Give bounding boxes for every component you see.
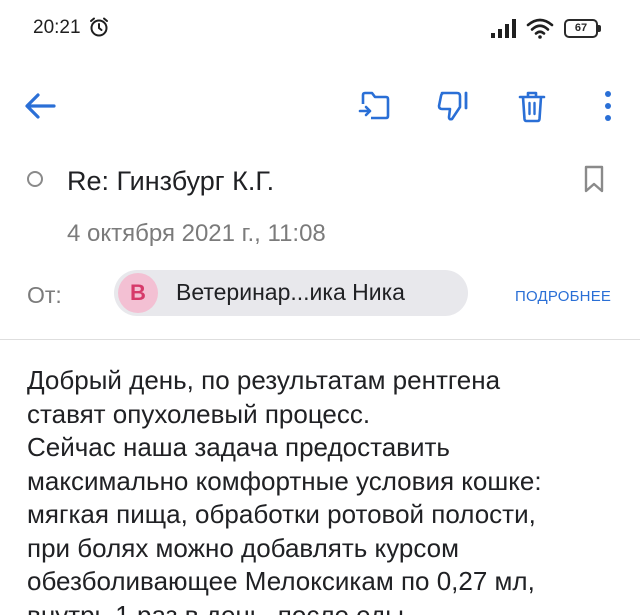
- body-line: внутрь 1 раз в день, после еды: [27, 599, 404, 615]
- arrow-left-icon: [25, 93, 56, 119]
- more-options-button[interactable]: [586, 84, 630, 128]
- thumbs-down-icon: [437, 91, 468, 121]
- battery-tip: [598, 25, 601, 32]
- cell-signal-icon: [491, 19, 516, 38]
- from-label: От:: [27, 282, 62, 308]
- avatar: В: [118, 273, 158, 313]
- body-line: Сейчас наша задача предоставить: [27, 432, 450, 462]
- message-date: 4 октября 2021 г., 11:08: [67, 220, 326, 247]
- header-divider: [0, 339, 640, 340]
- delete-button[interactable]: [510, 84, 554, 128]
- message-subject: Re: Гинзбург К.Г.: [67, 166, 275, 196]
- battery-icon: 67: [564, 19, 602, 38]
- battery-level: 67: [574, 22, 588, 34]
- body-line: Добрый день, по результатам рентгена: [27, 365, 501, 395]
- more-vertical-icon: [605, 91, 611, 121]
- message-body: Добрый день, по результатам рентгена ста…: [27, 364, 627, 615]
- body-line: ставят опухолевый процесс.: [27, 398, 371, 429]
- back-button[interactable]: [18, 84, 62, 128]
- body-line: при болях можно добавлять курсом: [27, 532, 460, 563]
- sender-name: Ветеринар...ика Ника: [176, 279, 405, 305]
- status-time: 20:21: [33, 17, 81, 38]
- body-line: максимально комфортные условия кошке:: [27, 465, 542, 496]
- sender-chip[interactable]: В Ветеринар...ика Ника: [114, 270, 468, 316]
- move-to-folder-button[interactable]: [353, 84, 397, 128]
- email-view-screen: 20:21 67 Re: Гинзбург К.Г. 4 октября 202…: [0, 0, 640, 615]
- status-bar: 20:21 67: [0, 0, 640, 58]
- wifi-icon: [526, 18, 554, 39]
- body-line: мягкая пища, обработки ротовой полости,: [27, 499, 536, 529]
- bookmark-icon[interactable]: [583, 164, 605, 194]
- body-line: обезболивающее Мелоксикам по 0,27 мл,: [27, 566, 535, 596]
- move-to-folder-icon: [358, 91, 390, 120]
- alarm-clock-icon: [90, 17, 108, 37]
- unread-toggle-icon[interactable]: [27, 171, 43, 187]
- message-toolbar: [0, 70, 640, 140]
- details-link[interactable]: ПОДРОБНЕЕ: [515, 288, 611, 305]
- trash-icon: [518, 91, 546, 123]
- spam-button[interactable]: [432, 84, 476, 128]
